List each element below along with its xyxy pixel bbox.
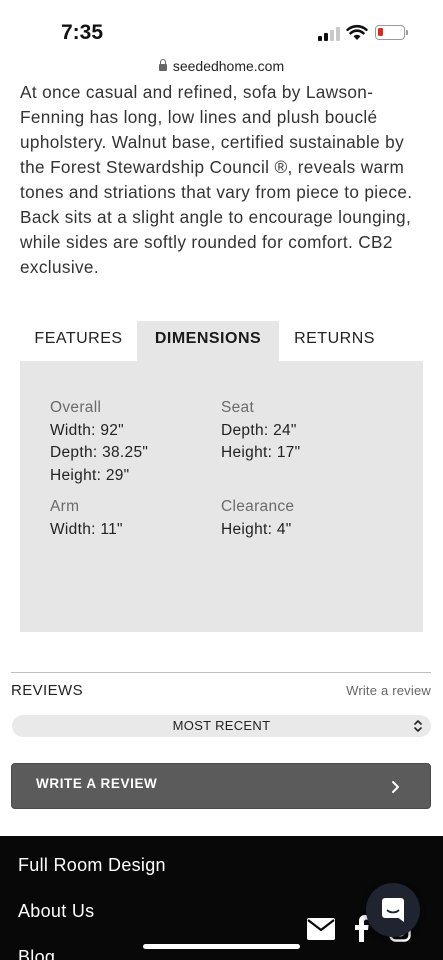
product-info-tabs: FEATURES DIMENSIONS RETURNS	[20, 321, 423, 361]
review-sort-select[interactable]: MOST RECENT	[12, 715, 431, 737]
dimension-value: Depth: 24"	[221, 421, 297, 439]
chevron-up-down-icon	[414, 720, 422, 732]
write-review-button-label: WRITE A REVIEW	[36, 776, 158, 791]
tab-dimensions[interactable]: DIMENSIONS	[137, 321, 279, 361]
reviews-heading: REVIEWS	[11, 682, 83, 699]
dimension-group-clearance: Clearance Height: 4"	[221, 496, 294, 541]
footer-link-full-room-design[interactable]: Full Room Design	[18, 855, 166, 876]
lock-icon	[158, 59, 167, 71]
tab-returns[interactable]: RETURNS	[279, 321, 390, 361]
wifi-icon	[346, 24, 368, 40]
url-text: seededhome.com	[172, 58, 285, 74]
dimension-title: Overall	[50, 399, 102, 416]
write-review-link[interactable]: Write a review	[346, 683, 431, 698]
dimension-value: Height: 4"	[221, 520, 292, 538]
cellular-signal-icon	[318, 27, 340, 41]
write-review-button[interactable]: WRITE A REVIEW	[11, 763, 431, 809]
dimension-title: Clearance	[221, 498, 295, 515]
tab-features[interactable]: FEATURES	[20, 321, 137, 361]
section-divider	[11, 672, 431, 673]
chevron-right-icon	[392, 781, 399, 793]
status-time: 7:35	[61, 21, 104, 44]
dimension-title: Arm	[50, 498, 80, 515]
address-bar[interactable]: seededhome.com	[0, 58, 443, 80]
sort-selected-value: MOST RECENT	[172, 718, 271, 733]
mail-icon[interactable]	[307, 918, 335, 940]
status-bar: 7:35	[0, 0, 443, 56]
dimension-group-arm: Arm Width: 11"	[50, 496, 123, 541]
dimension-title: Seat	[221, 399, 255, 416]
dimension-value: Depth: 38.25"	[50, 444, 149, 461]
dimension-value: Width: 11"	[50, 520, 123, 538]
dimension-value: Height: 29"	[50, 466, 130, 484]
product-description: At once casual and refined, sofa by Laws…	[20, 82, 413, 277]
home-indicator[interactable]	[143, 944, 300, 949]
battery-icon	[375, 25, 408, 40]
dimension-group-seat: Seat Depth: 24" Height: 17"	[221, 397, 300, 465]
footer-link-about-us[interactable]: About Us	[18, 901, 94, 922]
dimension-value: Height: 17"	[221, 444, 301, 461]
chat-icon	[382, 898, 404, 922]
chat-launcher-button[interactable]	[366, 883, 420, 937]
dimensions-panel: Overall Width: 92" Depth: 38.25" Height:…	[20, 361, 423, 632]
dimension-group-overall: Overall Width: 92" Depth: 38.25" Height:…	[50, 397, 148, 487]
footer-link-blog[interactable]: Blog	[18, 947, 55, 960]
dimension-value: Width: 92"	[50, 421, 124, 439]
